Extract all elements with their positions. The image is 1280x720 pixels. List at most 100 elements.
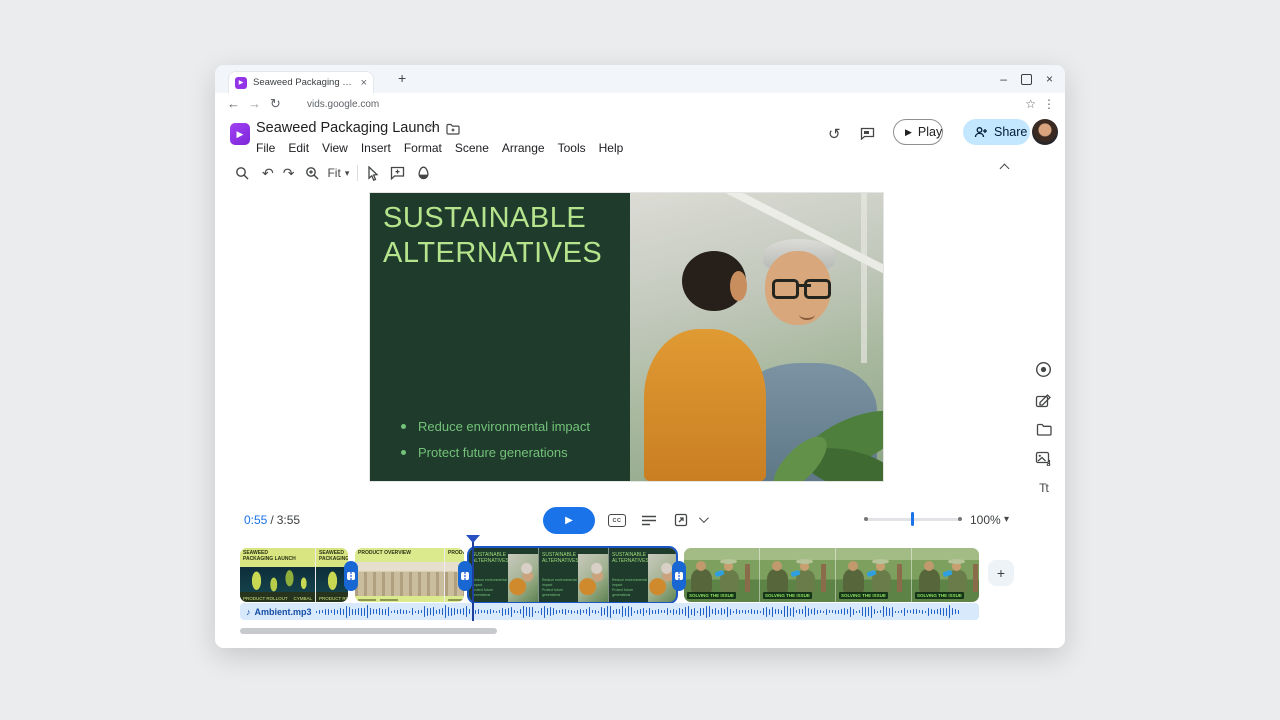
clip-label: SOLVING THE ISSUE	[763, 592, 812, 599]
scene-clip-sustainable-selected[interactable]: SUSTAINABLEALTERNATIVES Reduce environme…	[469, 548, 676, 602]
clip-thumbnail: SOLVING THE ISSUE	[760, 548, 836, 602]
vids-logo-icon[interactable]: ▶	[230, 123, 250, 145]
mini-photo	[508, 554, 538, 602]
zoom-in-dot[interactable]	[958, 517, 962, 521]
menu-view[interactable]: View	[322, 141, 348, 155]
zoom-out-dot[interactable]	[864, 517, 868, 521]
timeline-scrollbar[interactable]	[240, 628, 497, 634]
menu-arrange[interactable]: Arrange	[502, 141, 545, 155]
clip-thumbnail: SUSTAINABLEALTERNATIVES Reduce environme…	[609, 548, 676, 602]
browser-window: ▶ Seaweed Packaging Launch × + – × ← → ↻…	[215, 65, 1065, 648]
menu-format[interactable]: Format	[404, 141, 442, 155]
audio-track[interactable]: ♪ Ambient.mp3	[240, 603, 979, 620]
zoom-level[interactable]: 100%	[970, 513, 1001, 527]
fullscreen-preview-icon[interactable]	[674, 513, 688, 527]
star-document-icon[interactable]: ☆	[426, 121, 437, 135]
tab-close-icon[interactable]: ×	[361, 77, 367, 89]
transcript-icon[interactable]	[642, 515, 656, 526]
add-scene-button[interactable]: +	[988, 560, 1014, 586]
reload-icon[interactable]: ↻	[270, 96, 281, 112]
browser-toolbar: ← → ↻ vids.google.com ☆ ⋮	[215, 93, 1065, 118]
window-close-button[interactable]: ×	[1046, 72, 1053, 86]
maximize-button[interactable]	[1021, 74, 1032, 85]
menu-bar: File Edit View Insert Format Scene Arran…	[256, 141, 623, 155]
document-title[interactable]: Seaweed Packaging Launch	[256, 120, 440, 136]
more-playback-options-icon[interactable]	[699, 513, 709, 523]
slide-bullet-1: Reduce environmental impact	[401, 419, 590, 434]
version-history-icon[interactable]: ↺	[828, 125, 841, 143]
transition-indicator[interactable]	[344, 561, 358, 591]
timecode: 0:55 / 3:55	[244, 505, 300, 535]
bullet-text: Protect future generations	[418, 445, 568, 460]
share-button[interactable]: Share	[963, 119, 1030, 145]
zoom-icon[interactable]	[305, 162, 319, 184]
drive-folder-icon[interactable]	[1036, 423, 1052, 436]
account-avatar[interactable]	[1032, 119, 1058, 145]
man-smile	[799, 309, 815, 320]
play-label: Play	[918, 125, 942, 139]
menu-scene[interactable]: Scene	[455, 141, 489, 155]
back-icon[interactable]: ←	[227, 96, 240, 111]
menu-insert[interactable]: Insert	[361, 141, 391, 155]
scene-clip-solving-the-issue[interactable]: SOLVING THE ISSUE SOLVING THE ISSUE SOLV…	[684, 548, 979, 602]
bullet-dot-icon	[401, 450, 406, 455]
plus-icon: +	[997, 565, 1005, 581]
clip-footer-left: PRODUCT ROLLOUT	[243, 596, 288, 601]
new-tab-button[interactable]: +	[398, 70, 406, 86]
slide-canvas[interactable]: SUSTAINABLE ALTERNATIVES Reduce environm…	[370, 193, 883, 481]
slide-title[interactable]: SUSTAINABLE ALTERNATIVES	[383, 201, 635, 271]
record-icon[interactable]	[1035, 361, 1052, 378]
scene-clip-product-overview[interactable]: PRODUCT OVERVIEW PRODUCT OVERVIEW	[355, 548, 464, 602]
slide-bullet-2: Protect future generations	[401, 445, 590, 460]
bookmark-star-icon[interactable]: ☆	[1025, 97, 1036, 111]
boy-figure	[644, 329, 766, 481]
templates-icon[interactable]	[1035, 393, 1052, 408]
timeline-panel: 0:55 / 3:55 ▶ CC	[215, 505, 1065, 648]
scene-clip-seaweed[interactable]: SEAWEEDPACKAGING LAUNCH PRODUCT ROLLOUT …	[240, 548, 348, 602]
zoom-caret-icon[interactable]: ▾	[1004, 514, 1009, 525]
zoom-slider-thumb[interactable]	[911, 512, 914, 526]
clip-thumbnail: PRODUCT OVERVIEW	[355, 548, 445, 602]
clip-thumbnail: SOLVING THE ISSUE	[836, 548, 912, 602]
zoom-fit-select[interactable]: Fit	[327, 166, 340, 180]
media-icon[interactable]	[1035, 451, 1052, 466]
slide-bullet-list[interactable]: Reduce environmental impact Protect futu…	[401, 419, 590, 460]
comments-icon[interactable]	[860, 127, 875, 140]
background-fill-icon[interactable]	[417, 162, 430, 184]
browser-menu-icon[interactable]: ⋮	[1043, 97, 1055, 111]
menu-tools[interactable]: Tools	[558, 141, 586, 155]
timeline-zoom-slider[interactable]	[865, 518, 961, 521]
clip-thumbnail: SUSTAINABLEALTERNATIVES Reduce environme…	[539, 548, 609, 602]
edit-toolbar: ↶ ↷ Fit ▾	[215, 160, 1065, 186]
menu-edit[interactable]: Edit	[288, 141, 309, 155]
glasses-icon	[772, 279, 799, 299]
forward-icon[interactable]: →	[248, 96, 261, 111]
text-tool-icon[interactable]: Tt	[1039, 481, 1048, 495]
fit-caret-icon[interactable]: ▾	[345, 162, 350, 184]
seaweed-image	[240, 567, 315, 592]
browser-tab[interactable]: ▶ Seaweed Packaging Launch ×	[228, 71, 374, 93]
play-button[interactable]: ▶ Play	[893, 119, 943, 145]
desktop-background: ▶ Seaweed Packaging Launch × + – × ← → ↻…	[0, 0, 1280, 720]
captions-icon[interactable]: CC	[608, 514, 626, 527]
add-comment-icon[interactable]	[390, 162, 405, 184]
menu-help[interactable]: Help	[599, 141, 624, 155]
url-text[interactable]: vids.google.com	[307, 99, 379, 110]
redo-icon[interactable]: ↷	[283, 162, 295, 184]
playhead-line[interactable]	[472, 542, 474, 621]
transition-indicator[interactable]	[672, 561, 686, 591]
menu-file[interactable]: File	[256, 141, 275, 155]
move-to-folder-icon[interactable]	[446, 123, 460, 135]
timeline-play-button[interactable]: ▶	[543, 507, 595, 534]
transition-indicator[interactable]	[458, 561, 472, 591]
clip-thumbnail: SOLVING THE ISSUE	[912, 548, 979, 602]
undo-icon[interactable]: ↶	[262, 162, 274, 184]
select-tool-icon[interactable]	[366, 162, 379, 184]
current-time: 0:55	[244, 513, 267, 527]
toolbar-divider	[357, 165, 358, 181]
clip-label: SOLVING THE ISSUE	[915, 592, 964, 599]
minimize-button[interactable]: –	[1000, 72, 1007, 86]
clip-thumbnail: SUSTAINABLEALTERNATIVES Reduce environme…	[469, 548, 539, 602]
search-menus-icon[interactable]	[235, 162, 249, 184]
slide-photo	[630, 193, 883, 481]
